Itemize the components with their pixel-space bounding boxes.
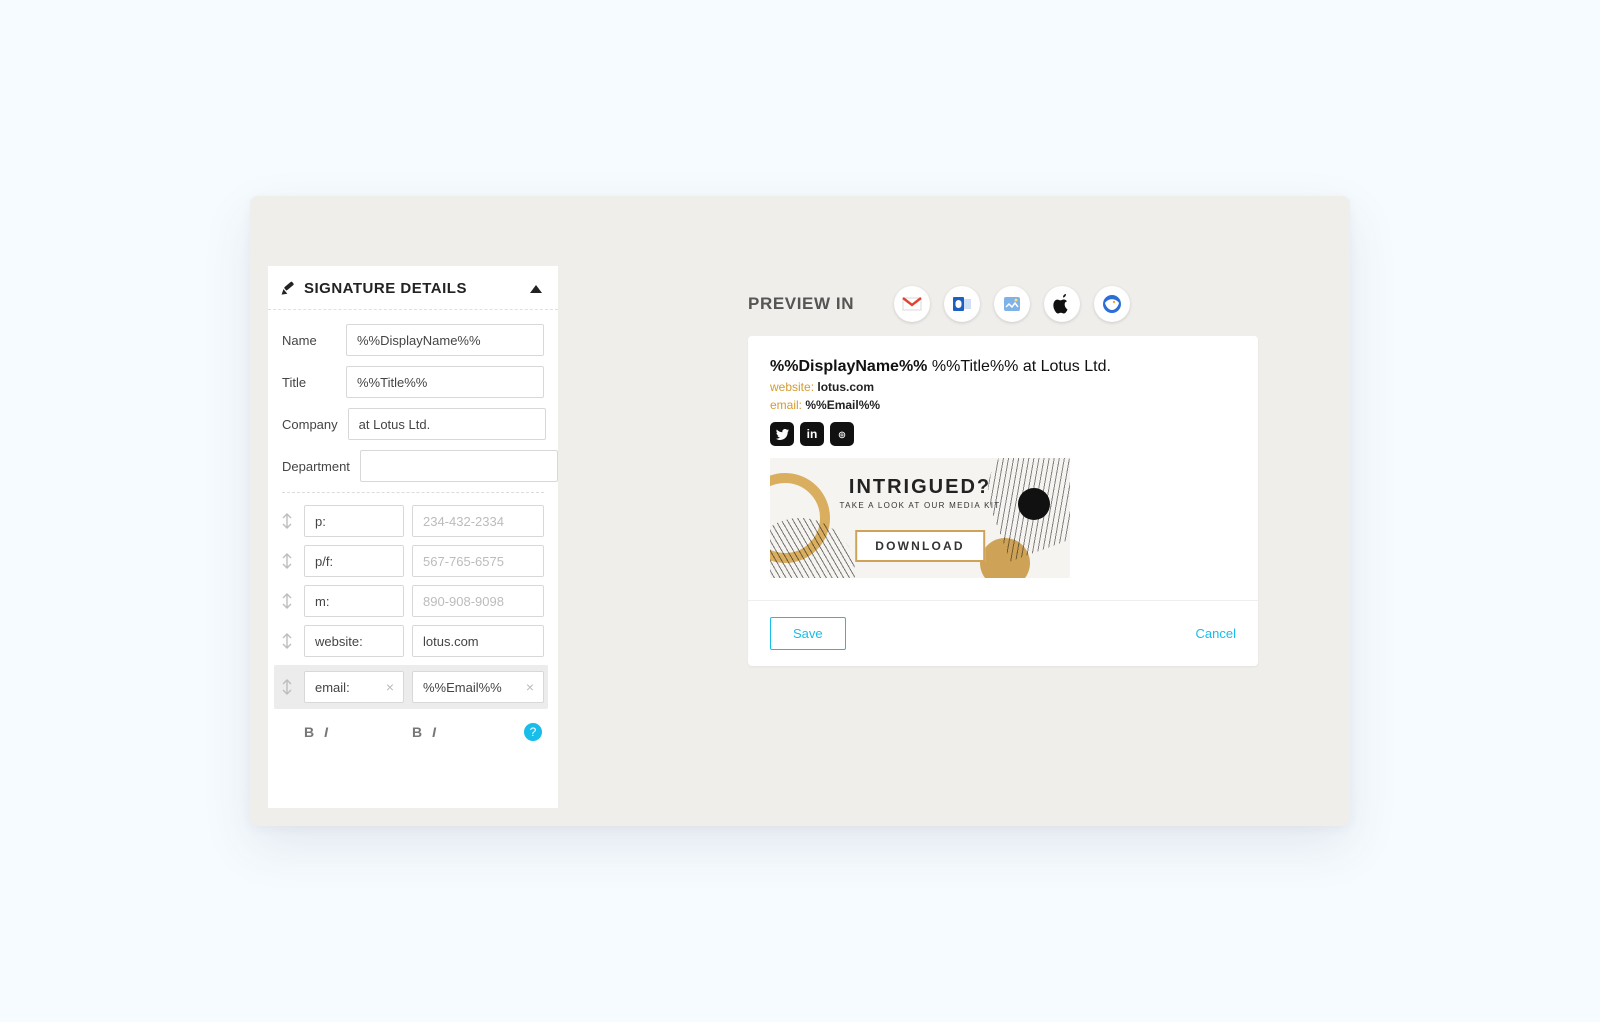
contact-row [278, 505, 544, 537]
contact-row [278, 585, 544, 617]
app-frame: SIGNATURE DETAILS Name Title Company Dep… [250, 196, 1350, 826]
preview-area: PREVIEW IN %%Di [748, 266, 1332, 808]
name-input[interactable] [346, 324, 544, 356]
gmail-icon[interactable] [894, 286, 930, 322]
italic-button-left[interactable]: I [324, 724, 328, 740]
contact-value-input[interactable] [412, 545, 544, 577]
bold-button-left[interactable]: B [304, 724, 314, 740]
preview-actions: Save Cancel [748, 600, 1258, 666]
website-label: website: [770, 380, 814, 394]
contact-fields: ×× [268, 505, 558, 709]
banner-cta[interactable]: DOWNLOAD [855, 530, 985, 562]
drag-handle-icon[interactable] [280, 633, 294, 649]
client-icons [894, 286, 1130, 322]
save-button[interactable]: Save [770, 617, 846, 650]
contact-key-input[interactable] [304, 585, 404, 617]
title-label: Title [282, 375, 336, 390]
signature-display-name: %%DisplayName%% [770, 358, 927, 375]
signature-title-suffix: %%Title%% at Lotus Ltd. [932, 358, 1111, 375]
static-fields: Name Title Company Department [268, 310, 558, 482]
pen-icon [282, 282, 296, 296]
drag-handle-icon[interactable] [280, 679, 294, 695]
outlook-icon[interactable] [944, 286, 980, 322]
title-input[interactable] [346, 366, 544, 398]
signature-name-line: %%DisplayName%% %%Title%% at Lotus Ltd. [770, 358, 1236, 376]
panel-title: SIGNATURE DETAILS [304, 280, 467, 297]
contact-key-input[interactable] [304, 625, 404, 657]
italic-button-right[interactable]: I [432, 724, 436, 740]
applemail-icon[interactable] [1044, 286, 1080, 322]
postbox-icon[interactable] [994, 286, 1030, 322]
preview-heading: PREVIEW IN [748, 294, 854, 314]
drag-handle-icon[interactable] [280, 593, 294, 609]
contact-row: ×× [274, 665, 548, 709]
twitter-icon[interactable] [770, 422, 794, 446]
signature-email-line: email: %%Email%% [770, 398, 1236, 412]
panel-header[interactable]: SIGNATURE DETAILS [268, 266, 558, 310]
department-label: Department [282, 459, 350, 474]
clear-value-icon[interactable]: × [522, 679, 538, 695]
cancel-button[interactable]: Cancel [1196, 626, 1236, 641]
collapse-icon[interactable] [530, 285, 542, 293]
email-label: email: [770, 398, 802, 412]
company-label: Company [282, 417, 338, 432]
clear-key-icon[interactable]: × [382, 679, 398, 695]
contact-key-input[interactable] [304, 505, 404, 537]
banner-subline: TAKE A LOOK AT OUR MEDIA KIT [770, 501, 1070, 510]
bold-button-right[interactable]: B [412, 724, 422, 740]
separator [282, 492, 544, 493]
drag-handle-icon[interactable] [280, 513, 294, 529]
signature-website-line: website: lotus.com [770, 380, 1236, 394]
drag-handle-icon[interactable] [280, 553, 294, 569]
website-value: lotus.com [817, 380, 874, 394]
social-icons: in ◎ [770, 422, 1236, 446]
contact-value-input[interactable] [412, 585, 544, 617]
help-icon[interactable]: ? [524, 723, 542, 741]
preview-header: PREVIEW IN [748, 286, 1332, 322]
name-label: Name [282, 333, 336, 348]
thunderbird-icon[interactable] [1094, 286, 1130, 322]
instagram-icon[interactable]: ◎ [830, 422, 854, 446]
email-value: %%Email%% [805, 398, 880, 412]
department-input[interactable] [360, 450, 558, 482]
company-input[interactable] [348, 408, 546, 440]
contact-key-input[interactable] [304, 545, 404, 577]
signature-details-panel: SIGNATURE DETAILS Name Title Company Dep… [268, 266, 558, 808]
promo-banner[interactable]: INTRIGUED? TAKE A LOOK AT OUR MEDIA KIT … [770, 458, 1070, 578]
contact-value-input[interactable] [412, 625, 544, 657]
contact-value-input[interactable] [412, 505, 544, 537]
linkedin-icon[interactable]: in [800, 422, 824, 446]
contact-row [278, 545, 544, 577]
contact-row [278, 625, 544, 657]
format-bar: B I B I ? [268, 717, 558, 755]
preview-card: %%DisplayName%% %%Title%% at Lotus Ltd. … [748, 336, 1258, 666]
banner-headline: INTRIGUED? [770, 476, 1070, 499]
